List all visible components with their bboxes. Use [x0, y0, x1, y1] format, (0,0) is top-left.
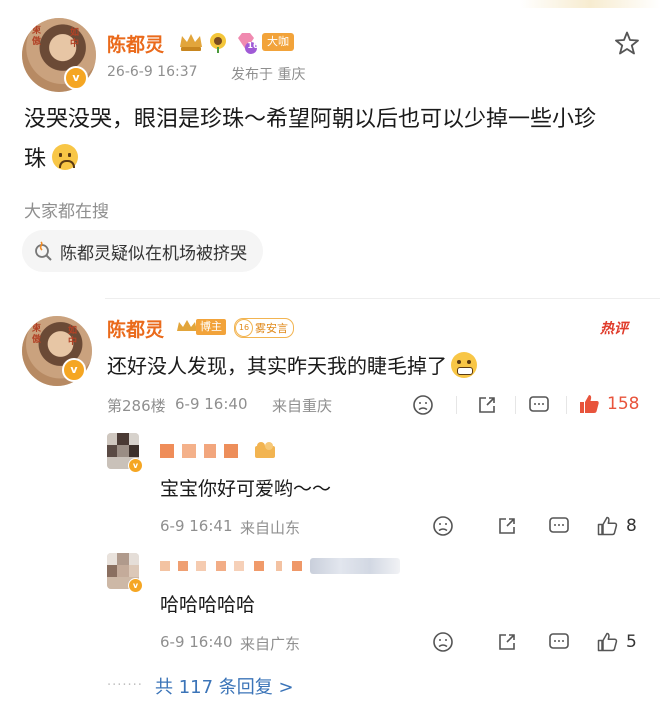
post-text: 没哭没哭，眼泪是珍珠～希望阿朝以后也可以少掉一些小珍 珠 — [24, 100, 636, 180]
comment-text-row: 还好没人发现，其实昨天我的睫毛掉了 — [107, 350, 477, 379]
more-replies-link[interactable]: 共 117 条回复 > — [155, 673, 294, 699]
fan-level-badge: 16 — [247, 41, 259, 50]
section-divider — [105, 298, 660, 299]
comment-verified-icon: v — [62, 358, 86, 382]
reply-like-icon[interactable] — [596, 631, 618, 653]
hot-comment-tag: 热评 — [600, 321, 628, 337]
author-name[interactable]: 陈都灵 — [107, 30, 164, 57]
trending-search-text: 陈都灵疑似在机场被挤哭 — [60, 243, 247, 264]
reply-comment-icon[interactable] — [548, 515, 570, 537]
reply-dislike-icon[interactable] — [432, 515, 454, 537]
reply-verified-icon: v — [128, 578, 143, 593]
reply-username-blurred — [160, 558, 400, 574]
reply-share-icon[interactable] — [496, 515, 518, 537]
comment-author-name[interactable]: 陈都灵 — [107, 315, 164, 342]
reply-comment-icon[interactable] — [548, 631, 570, 653]
trending-search-label: 大家都在搜 — [24, 202, 109, 222]
share-icon[interactable] — [476, 394, 498, 416]
like-icon-active[interactable] — [578, 393, 600, 415]
reply-dislike-icon[interactable] — [432, 631, 454, 653]
top-decoration — [520, 0, 660, 8]
more-replies-dots: ······· — [107, 678, 143, 693]
post-time: 26-6-9 16:37 — [107, 64, 198, 80]
crown-icon — [178, 31, 204, 53]
reply-time: 6-9 16:41 — [160, 517, 233, 535]
comment-icon[interactable] — [528, 394, 550, 416]
favorite-star-icon[interactable] — [614, 30, 640, 56]
comment-text: 还好没人发现，其实昨天我的睫毛掉了 — [107, 354, 447, 378]
action-separator — [456, 396, 457, 414]
fan-club-level: 16 — [235, 319, 253, 337]
dislike-icon[interactable] — [412, 394, 434, 416]
reply-time: 6-9 16:40 — [160, 633, 233, 651]
reply-username-blurred — [160, 440, 246, 460]
action-separator — [515, 396, 516, 414]
reply-location: 来自山东 — [240, 519, 301, 537]
reply-share-icon[interactable] — [496, 631, 518, 653]
reply-like-icon[interactable] — [596, 515, 618, 537]
blogger-badge-text: 博主 — [196, 319, 226, 335]
comment-like-count: 158 — [607, 394, 640, 414]
vip-tag: 大咖 — [262, 33, 294, 51]
comment-time: 6-9 16:40 — [175, 395, 248, 413]
reply-text: 宝宝你好可爱哟～～ — [160, 478, 332, 500]
reply-verified-icon: v — [128, 458, 143, 473]
comment-location: 来自重庆 — [272, 397, 333, 415]
verified-icon: v — [64, 66, 88, 90]
trending-search-chip[interactable]: 陈都灵疑似在机场被挤哭 — [22, 230, 263, 272]
reply-location: 来自广东 — [240, 635, 301, 653]
reply-text: 哈哈哈哈哈 — [160, 594, 256, 616]
grimace-emoji-icon — [451, 352, 477, 378]
fan-club-badge: 16 雾安言 — [234, 318, 294, 338]
post-text-line1: 没哭没哭，眼泪是珍珠～希望阿朝以后也可以少掉一些小珍 — [24, 107, 597, 132]
hot-search-icon — [34, 241, 54, 261]
post-location: 发布于 重庆 — [231, 67, 306, 83]
comment-floor: 第286楼 — [107, 397, 166, 415]
reply-like-count: 8 — [626, 516, 637, 536]
blogger-badge: 博主 — [176, 317, 226, 337]
reply-level-badge-icon — [254, 440, 276, 460]
post-text-line2: 珠 — [24, 147, 47, 172]
sunflower-icon — [207, 31, 229, 53]
action-separator — [566, 396, 567, 414]
fan-club-text: 雾安言 — [255, 322, 288, 335]
sad-face-emoji-icon — [52, 144, 79, 170]
reply-like-count: 5 — [626, 632, 637, 652]
